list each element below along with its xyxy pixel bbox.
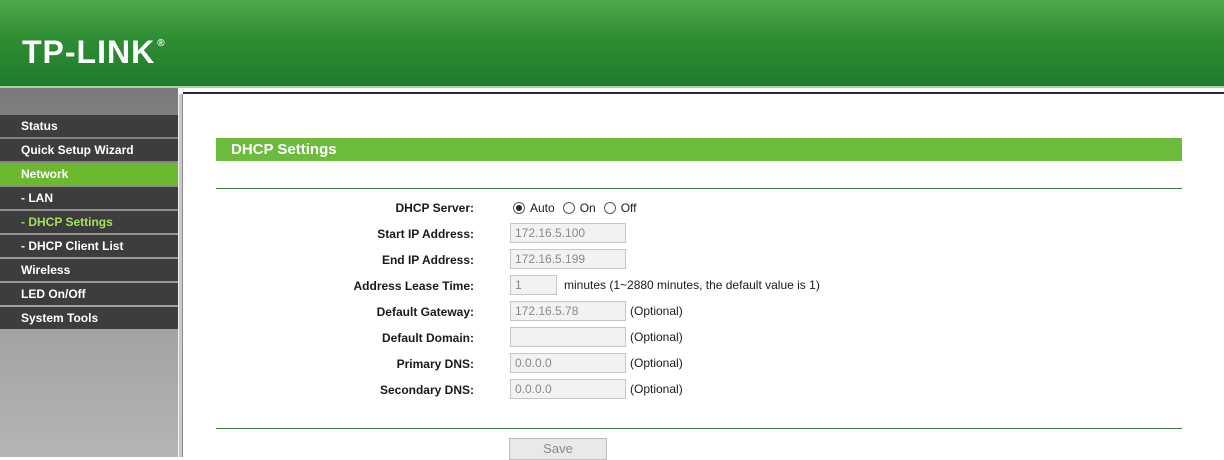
- sidebar-item-lan[interactable]: - LAN: [0, 187, 178, 209]
- start-ip-label: Start IP Address:: [377, 227, 474, 241]
- logo-text: TP-LINK: [22, 34, 156, 70]
- dhcp-auto-label[interactable]: Auto: [530, 201, 555, 215]
- default-domain-label: Default Domain:: [381, 331, 474, 345]
- tp-link-logo: TP-LINK ®: [22, 34, 166, 71]
- dhcp-off-radio[interactable]: [603, 202, 616, 214]
- secondary-dns-label: Secondary DNS:: [379, 383, 474, 397]
- dhcp-on-label[interactable]: On: [580, 201, 596, 215]
- primary-dns-input[interactable]: 0.0.0.0: [510, 353, 626, 373]
- primary-dns-label: Primary DNS:: [396, 357, 474, 371]
- section-divider-bottom: [216, 428, 1182, 429]
- dhcp-off-label[interactable]: Off: [621, 201, 637, 215]
- header-divider: [0, 86, 1224, 88]
- secondary-dns-row: Secondary DNS: 0.0.0.0 (Optional): [216, 379, 1182, 401]
- sidebar-item-system-tools[interactable]: System Tools: [0, 307, 178, 329]
- default-gateway-label: Default Gateway:: [376, 305, 474, 319]
- sidebar-item-network[interactable]: Network: [0, 163, 178, 185]
- section-divider-top: [216, 188, 1182, 189]
- primary-dns-hint: (Optional): [630, 356, 683, 370]
- sidebar-menu: Status Quick Setup Wizard Network - LAN …: [0, 115, 178, 331]
- dhcp-on-radio[interactable]: [562, 202, 575, 214]
- end-ip-row: End IP Address: 172.16.5.199: [216, 249, 1182, 271]
- lease-time-input[interactable]: 1: [510, 275, 557, 295]
- dhcp-server-row: DHCP Server: Auto On Off: [216, 197, 1182, 219]
- end-ip-input[interactable]: 172.16.5.199: [510, 249, 626, 269]
- sidebar-item-status[interactable]: Status: [0, 115, 178, 137]
- start-ip-row: Start IP Address: 172.16.5.100: [216, 223, 1182, 245]
- secondary-dns-input[interactable]: 0.0.0.0: [510, 379, 626, 399]
- sidebar-item-dhcp-settings[interactable]: - DHCP Settings: [0, 211, 178, 233]
- default-gateway-input[interactable]: 172.16.5.78: [510, 301, 626, 321]
- registered-mark: ®: [157, 38, 166, 49]
- dhcp-server-label: DHCP Server:: [395, 201, 474, 215]
- default-gateway-hint: (Optional): [630, 304, 683, 318]
- lease-time-hint: minutes (1~2880 minutes, the default val…: [564, 278, 820, 292]
- default-domain-row: Default Domain: (Optional): [216, 327, 1182, 349]
- page-title: DHCP Settings: [216, 138, 1182, 161]
- sidebar-scroll-divider: [178, 94, 183, 457]
- default-gateway-row: Default Gateway: 172.16.5.78 (Optional): [216, 301, 1182, 323]
- dhcp-server-radio-group: Auto On Off: [513, 197, 645, 219]
- default-domain-hint: (Optional): [630, 330, 683, 344]
- start-ip-input[interactable]: 172.16.5.100: [510, 223, 626, 243]
- secondary-dns-hint: (Optional): [630, 382, 683, 396]
- sidebar-item-wireless[interactable]: Wireless: [0, 259, 178, 281]
- dhcp-auto-radio[interactable]: [513, 202, 525, 214]
- sidebar-item-dhcp-client-list[interactable]: - DHCP Client List: [0, 235, 178, 257]
- end-ip-label: End IP Address:: [381, 253, 474, 267]
- sidebar-item-led-on-off[interactable]: LED On/Off: [0, 283, 178, 305]
- lease-time-label: Address Lease Time:: [353, 279, 475, 293]
- default-domain-input[interactable]: [510, 327, 626, 347]
- content-top-border: [183, 92, 1224, 94]
- sidebar-item-quick-setup-wizard[interactable]: Quick Setup Wizard: [0, 139, 178, 161]
- header-bar: TP-LINK ®: [0, 0, 1224, 88]
- lease-time-row: Address Lease Time: 1 minutes (1~2880 mi…: [216, 275, 1182, 297]
- primary-dns-row: Primary DNS: 0.0.0.0 (Optional): [216, 353, 1182, 375]
